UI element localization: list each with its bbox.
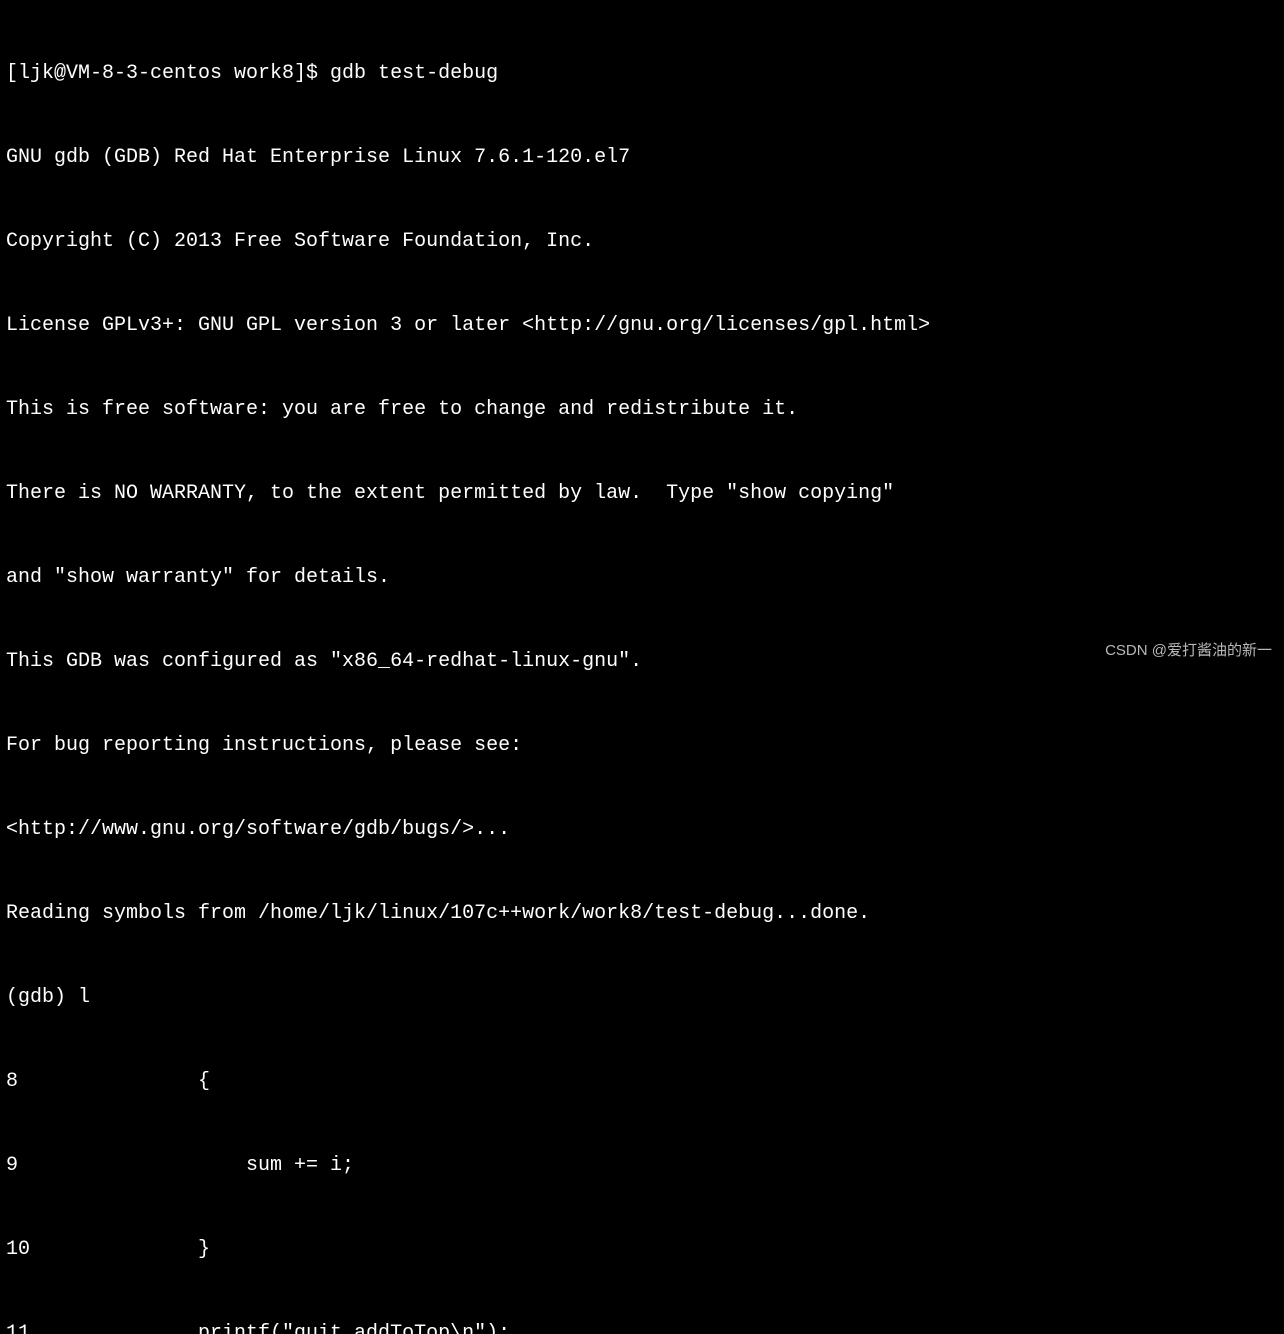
terminal-line: (gdb) l [6,984,1278,1012]
terminal-line: 9 sum += i; [6,1152,1278,1180]
terminal-line: License GPLv3+: GNU GPL version 3 or lat… [6,312,1278,340]
terminal-line: GNU gdb (GDB) Red Hat Enterprise Linux 7… [6,144,1278,172]
terminal-line: For bug reporting instructions, please s… [6,732,1278,760]
terminal-line: This is free software: you are free to c… [6,396,1278,424]
terminal-line: [ljk@VM-8-3-centos work8]$ gdb test-debu… [6,60,1278,88]
watermark-text: CSDN @爱打酱油的新一 [1105,640,1272,661]
terminal-line: This GDB was configured as "x86_64-redha… [6,648,1278,676]
terminal-line: 10 } [6,1236,1278,1264]
terminal-line: Copyright (C) 2013 Free Software Foundat… [6,228,1278,256]
terminal-line: <http://www.gnu.org/software/gdb/bugs/>.… [6,816,1278,844]
terminal-line: and "show warranty" for details. [6,564,1278,592]
terminal-output[interactable]: [ljk@VM-8-3-centos work8]$ gdb test-debu… [6,4,1278,1334]
terminal-line: There is NO WARRANTY, to the extent perm… [6,480,1278,508]
terminal-line: 8 { [6,1068,1278,1096]
terminal-line: 11 printf("quit addToTop\n"); [6,1320,1278,1334]
terminal-line: Reading symbols from /home/ljk/linux/107… [6,900,1278,928]
